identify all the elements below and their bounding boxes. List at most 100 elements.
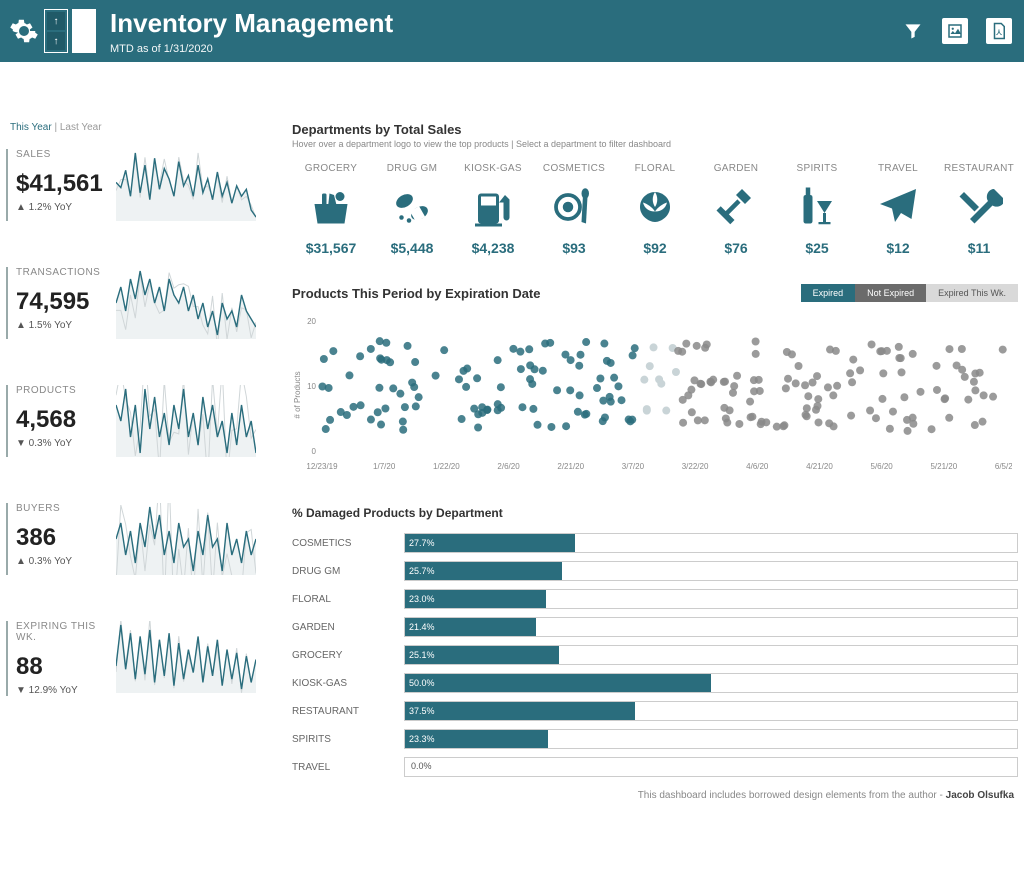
bar-row: GARDEN 21.4% <box>292 616 1018 638</box>
footer-credit: This dashboard includes borrowed design … <box>0 784 1024 811</box>
legend-expired-this-wk[interactable]: Expired This Wk. <box>926 284 1018 302</box>
dept-name: FLORAL <box>616 163 694 174</box>
dept-value: $12 <box>859 240 937 256</box>
bar-pct: 21.4% <box>405 622 435 632</box>
legend-not-expired[interactable]: Not Expired <box>855 284 926 302</box>
dept-name: TRAVEL <box>859 163 937 174</box>
dept-section-sub: Hover over a department logo to view the… <box>292 139 1018 149</box>
kpi-info: SALES $41,561 ▲ 1.2% YoY <box>6 149 116 221</box>
main-content: Departments by Total Sales Hover over a … <box>274 122 1018 784</box>
header-blank-toggle[interactable] <box>72 9 96 53</box>
header-left: ↑ ↑ <box>0 9 96 53</box>
kpi-label: EXPIRING THIS WK. <box>16 621 116 643</box>
svg-text:0: 0 <box>312 447 317 456</box>
dept-cosmetics[interactable]: COSMETICS $93 <box>535 163 613 256</box>
svg-text:5/21/20: 5/21/20 <box>930 462 957 471</box>
kpi-value: 386 <box>16 524 116 552</box>
bar-track[interactable]: 21.4% <box>404 617 1018 637</box>
bar-label: GARDEN <box>292 622 404 633</box>
svg-text:1/7/20: 1/7/20 <box>373 462 396 471</box>
dept-spirits[interactable]: SPIRITS $25 <box>778 163 856 256</box>
pdf-export-icon[interactable]: 人 <box>986 18 1012 44</box>
kpi-sparkline[interactable] <box>116 621 274 693</box>
dept-garden[interactable]: GARDEN $76 <box>697 163 775 256</box>
year-tabs: This Year | Last Year <box>6 122 274 133</box>
bar-pct: 0.0% <box>407 761 432 771</box>
spirits-icon <box>792 182 842 232</box>
svg-text:4/6/20: 4/6/20 <box>746 462 769 471</box>
kpi-sparkline[interactable] <box>116 149 274 221</box>
kpi-delta: ▼ 12.9% YoY <box>16 685 116 696</box>
kpi-card: BUYERS 386 ▲ 0.3% YoY <box>6 503 274 575</box>
dept-value: $25 <box>778 240 856 256</box>
kpi-sparkline[interactable] <box>116 503 274 575</box>
bar-label: RESTAURANT <box>292 706 404 717</box>
bar-label: GROCERY <box>292 650 404 661</box>
bar-track[interactable]: 50.0% <box>404 673 1018 693</box>
bar-track[interactable]: 25.7% <box>404 561 1018 581</box>
bar-track[interactable]: 0.0% <box>404 757 1018 777</box>
header-sort-toggle[interactable]: ↑ ↑ <box>44 9 68 53</box>
svg-text:5/6/20: 5/6/20 <box>871 462 894 471</box>
restaurant-icon <box>954 182 1004 232</box>
travel-icon <box>873 182 923 232</box>
kpi-label: TRANSACTIONS <box>16 267 116 278</box>
svg-text:# of Products: # of Products <box>293 371 302 418</box>
kpi-delta: ▼ 0.3% YoY <box>16 438 116 449</box>
bar-track[interactable]: 25.1% <box>404 645 1018 665</box>
dept-value: $5,448 <box>373 240 451 256</box>
gear-icon[interactable] <box>8 15 40 47</box>
image-export-icon[interactable] <box>942 18 968 44</box>
dept-drug[interactable]: DRUG GM $5,448 <box>373 163 451 256</box>
bar-track[interactable]: 23.0% <box>404 589 1018 609</box>
bar-row: TRAVEL 0.0% <box>292 756 1018 778</box>
dept-value: $11 <box>940 240 1018 256</box>
svg-text:3/7/20: 3/7/20 <box>622 462 645 471</box>
tab-last-year[interactable]: Last Year <box>60 122 102 133</box>
legend-expired[interactable]: Expired <box>801 284 856 302</box>
svg-text:6/5/20: 6/5/20 <box>995 462 1012 471</box>
kpi-info: EXPIRING THIS WK. 88 ▼ 12.9% YoY <box>6 621 116 696</box>
kpi-label: PRODUCTS <box>16 385 116 396</box>
svg-text:20: 20 <box>307 317 316 326</box>
dept-value: $4,238 <box>454 240 532 256</box>
scatter-chart[interactable]: 01020# of Products12/23/191/7/201/22/202… <box>292 315 1018 480</box>
svg-text:10: 10 <box>307 382 316 391</box>
bar-row: KIOSK-GAS 50.0% <box>292 672 1018 694</box>
kpi-sparkline[interactable] <box>116 267 274 339</box>
dept-value: $92 <box>616 240 694 256</box>
kpi-info: TRANSACTIONS 74,595 ▲ 1.5% YoY <box>6 267 116 339</box>
page-subtitle: MTD as of 1/31/2020 <box>110 43 393 55</box>
cosmetics-icon <box>549 182 599 232</box>
svg-text:12/23/19: 12/23/19 <box>306 462 338 471</box>
dept-travel[interactable]: TRAVEL $12 <box>859 163 937 256</box>
bar-track[interactable]: 27.7% <box>404 533 1018 553</box>
bar-track[interactable]: 23.3% <box>404 729 1018 749</box>
kpi-info: BUYERS 386 ▲ 0.3% YoY <box>6 503 116 575</box>
bar-label: TRAVEL <box>292 762 404 773</box>
dept-restaurant[interactable]: RESTAURANT $11 <box>940 163 1018 256</box>
kpi-label: SALES <box>16 149 116 160</box>
bar-label: DRUG GM <box>292 566 404 577</box>
bar-pct: 25.1% <box>405 650 435 660</box>
dept-gas[interactable]: KIOSK-GAS $4,238 <box>454 163 532 256</box>
kpi-card: PRODUCTS 4,568 ▼ 0.3% YoY <box>6 385 274 457</box>
kpi-sparkline[interactable] <box>116 385 274 457</box>
bar-section: % Damaged Products by Department COSMETI… <box>292 506 1018 778</box>
filter-icon[interactable] <box>902 20 924 42</box>
gas-icon <box>468 182 518 232</box>
kpi-value: 4,568 <box>16 406 116 434</box>
bar-row: SPIRITS 23.3% <box>292 728 1018 750</box>
dept-floral[interactable]: FLORAL $92 <box>616 163 694 256</box>
svg-text:2/6/20: 2/6/20 <box>497 462 520 471</box>
dept-value: $93 <box>535 240 613 256</box>
bar-pct: 50.0% <box>405 678 435 688</box>
dept-value: $76 <box>697 240 775 256</box>
bar-track[interactable]: 37.5% <box>404 701 1018 721</box>
dept-grocery[interactable]: GROCERY $31,567 <box>292 163 370 256</box>
scatter-section: Products This Period by Expiration Date … <box>292 286 1018 480</box>
svg-text:4/21/20: 4/21/20 <box>806 462 833 471</box>
tab-this-year[interactable]: This Year <box>10 122 52 133</box>
bar-pct: 27.7% <box>405 538 435 548</box>
dept-name: SPIRITS <box>778 163 856 174</box>
